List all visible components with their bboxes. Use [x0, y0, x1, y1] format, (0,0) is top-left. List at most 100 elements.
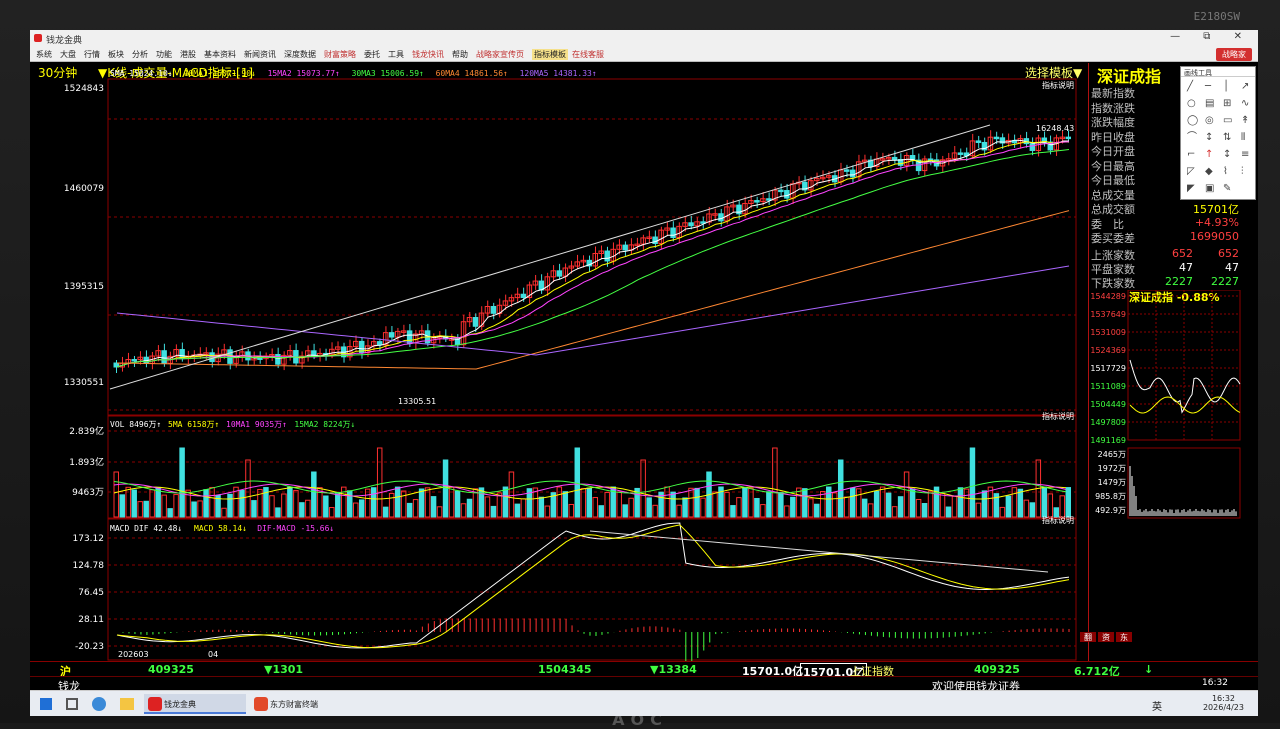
macd-axis-label: 124.78 [73, 561, 105, 571]
volume-bar [568, 503, 575, 518]
menu-item[interactable]: 帮助 [452, 49, 468, 60]
draw-tools-panel[interactable]: 画线工具 ╱ ─ │ ↗ ○ ▤ ⊞ ∿ ◯ ◎ ▭ ↟ ⌒ ↕ ⇅ ⫴ ⌐ ↑ ↕ ≡ ◸ ◆ ⌇ ⫶ ◤ ▣ ✎ [1180, 66, 1256, 200]
menu-item[interactable]: 工具 [388, 49, 404, 60]
draw-tool-icon[interactable]: ⇅ [1223, 132, 1231, 143]
browser-icon[interactable] [92, 697, 106, 711]
volume-bar [293, 490, 299, 518]
candle [406, 330, 413, 344]
quote-tab[interactable]: 东 [1116, 632, 1132, 642]
volume-bar [867, 503, 874, 518]
quote-tab[interactable]: 翻 [1080, 632, 1096, 642]
draw-tool-icon[interactable]: ✎ [1223, 183, 1231, 194]
draw-tool-icon[interactable]: ⫶ [1241, 166, 1244, 177]
window-controls[interactable]: — ⧉ ✕ [1170, 31, 1252, 42]
draw-tool-icon[interactable]: ⌒ [1187, 131, 1197, 143]
volume-bar [1017, 488, 1024, 518]
draw-tool-icon[interactable]: ◎ [1205, 115, 1214, 126]
menu-item[interactable]: 港股 [180, 49, 196, 60]
menu-item[interactable]: 新闻资讯 [244, 49, 276, 60]
draw-tool-icon[interactable]: ▣ [1205, 183, 1214, 194]
menu-item[interactable]: 分析 [132, 49, 148, 60]
volume-bar [766, 491, 772, 518]
taskbar-app-qianlong[interactable]: 钱龙金典 [144, 694, 246, 714]
strategist-button[interactable]: 战略家 [1216, 48, 1252, 61]
draw-tool-icon[interactable]: ⫴ [1241, 132, 1245, 143]
draw-tool-icon[interactable]: ↟ [1241, 115, 1249, 126]
menu-item[interactable]: 指标模板 [532, 49, 568, 60]
indicator-help-button[interactable]: 指标说明 [1042, 411, 1074, 421]
volume-bar [604, 491, 610, 518]
draw-tool-icon[interactable]: ↑ [1205, 149, 1213, 160]
taskbar-clock[interactable]: 16:32 2026/4/23 [1203, 694, 1244, 712]
clock-time: 16:32 [1211, 694, 1236, 703]
volume-bar [358, 499, 365, 518]
volume-bar [592, 497, 598, 518]
draw-tool-icon[interactable]: ▭ [1223, 115, 1232, 126]
volume-bar [772, 447, 778, 518]
menu-item[interactable]: 深度数据 [284, 49, 316, 60]
menu-item[interactable]: 基本资料 [204, 49, 236, 60]
draw-tool-icon[interactable]: ≡ [1241, 149, 1249, 160]
menu-item[interactable]: 委托 [364, 49, 380, 60]
menu-item[interactable]: 行情 [84, 49, 100, 60]
draw-tool-icon[interactable]: ↕ [1223, 149, 1231, 160]
draw-tools-grid[interactable]: ╱ ─ │ ↗ ○ ▤ ⊞ ∿ ◯ ◎ ▭ ↟ ⌒ ↕ ⇅ ⫴ ⌐ ↑ ↕ ≡ ◸ ◆ ⌇ ⫶ ◤ ▣ ✎ [1181, 77, 1255, 197]
macd-axis-label: 76.45 [78, 588, 104, 598]
draw-tool-icon[interactable]: ⊞ [1223, 98, 1231, 109]
taskbar-app-label: 东方财富终端 [270, 700, 318, 709]
draw-tool-icon[interactable]: ↗ [1241, 81, 1249, 92]
price-axis-label: 1330551 [64, 378, 104, 388]
folder-icon[interactable] [120, 698, 134, 710]
volume-bar [329, 507, 335, 518]
candle [993, 136, 1000, 140]
mini-axis-label: 1517729 [1090, 364, 1126, 373]
start-icon[interactable] [40, 698, 52, 710]
menu-item[interactable]: 财富策略 [324, 49, 356, 60]
volume-bar [131, 489, 137, 518]
volume-bar [951, 495, 958, 518]
macd-trend-line[interactable] [589, 530, 1049, 573]
menu-item[interactable]: 大盘 [60, 49, 76, 60]
volume-bar [939, 492, 946, 518]
draw-tool-icon[interactable]: ⌇ [1223, 166, 1228, 177]
main-chart[interactable]: 5MA 15024.10↓ 10MA1 15071.90↓ 15MA2 15073.… [30, 63, 1090, 663]
mini-axis-label: 1524369 [1090, 346, 1126, 355]
draw-tool-icon[interactable]: ─ [1204, 81, 1212, 92]
candle [688, 222, 694, 227]
draw-tool-icon[interactable]: ◤ [1187, 183, 1195, 194]
candle [622, 244, 628, 251]
mini-volume-label: 2465万 [1098, 450, 1126, 459]
volume-bar [394, 486, 401, 518]
draw-tool-icon[interactable]: │ [1223, 79, 1229, 92]
menu-item[interactable]: 在线客服 [572, 49, 604, 60]
candle [718, 213, 724, 222]
draw-tool-icon[interactable]: ⌐ [1187, 149, 1195, 160]
draw-tool-icon[interactable]: ◆ [1205, 166, 1213, 177]
vol-legend-item: 15MA2 8224万↓ [294, 420, 355, 429]
menu-item[interactable]: 战略家宣传页 [476, 49, 524, 60]
draw-tool-icon[interactable]: ◸ [1187, 166, 1195, 177]
menu-item[interactable]: 板块 [108, 49, 124, 60]
quote-tab[interactable]: 资 [1098, 632, 1114, 642]
taskbar-app-eastmoney[interactable]: 东方财富终端 [250, 694, 352, 714]
quote-label: 指数涨跌 [1091, 101, 1135, 115]
quote-row: 委 比 +4.93% [1091, 216, 1239, 231]
ticker-value-3: 409325 [974, 663, 1020, 676]
candle [604, 250, 610, 262]
draw-tool-icon[interactable]: ↕ [1205, 132, 1213, 143]
price-axis-label: 1524843 [64, 84, 104, 94]
draw-tool-icon[interactable]: ○ [1187, 98, 1196, 109]
candle [131, 359, 137, 362]
draw-tool-icon[interactable]: ∿ [1241, 98, 1249, 109]
draw-tool-icon[interactable]: ◯ [1187, 115, 1198, 126]
menu-item[interactable]: 钱龙快讯 [412, 49, 444, 60]
draw-tool-icon[interactable]: ▤ [1205, 98, 1214, 109]
menu-item[interactable]: 功能 [156, 49, 172, 60]
indicator-help-button[interactable]: 指标说明 [1042, 80, 1074, 90]
indicator-help-button[interactable]: 指标说明 [1042, 515, 1074, 525]
volume-bar [784, 505, 790, 518]
draw-tool-icon[interactable]: ╱ [1186, 79, 1194, 92]
ime-indicator[interactable]: 英 [1152, 698, 1162, 713]
task-view-icon[interactable] [66, 698, 78, 710]
menu-item[interactable]: 系统 [36, 49, 52, 60]
